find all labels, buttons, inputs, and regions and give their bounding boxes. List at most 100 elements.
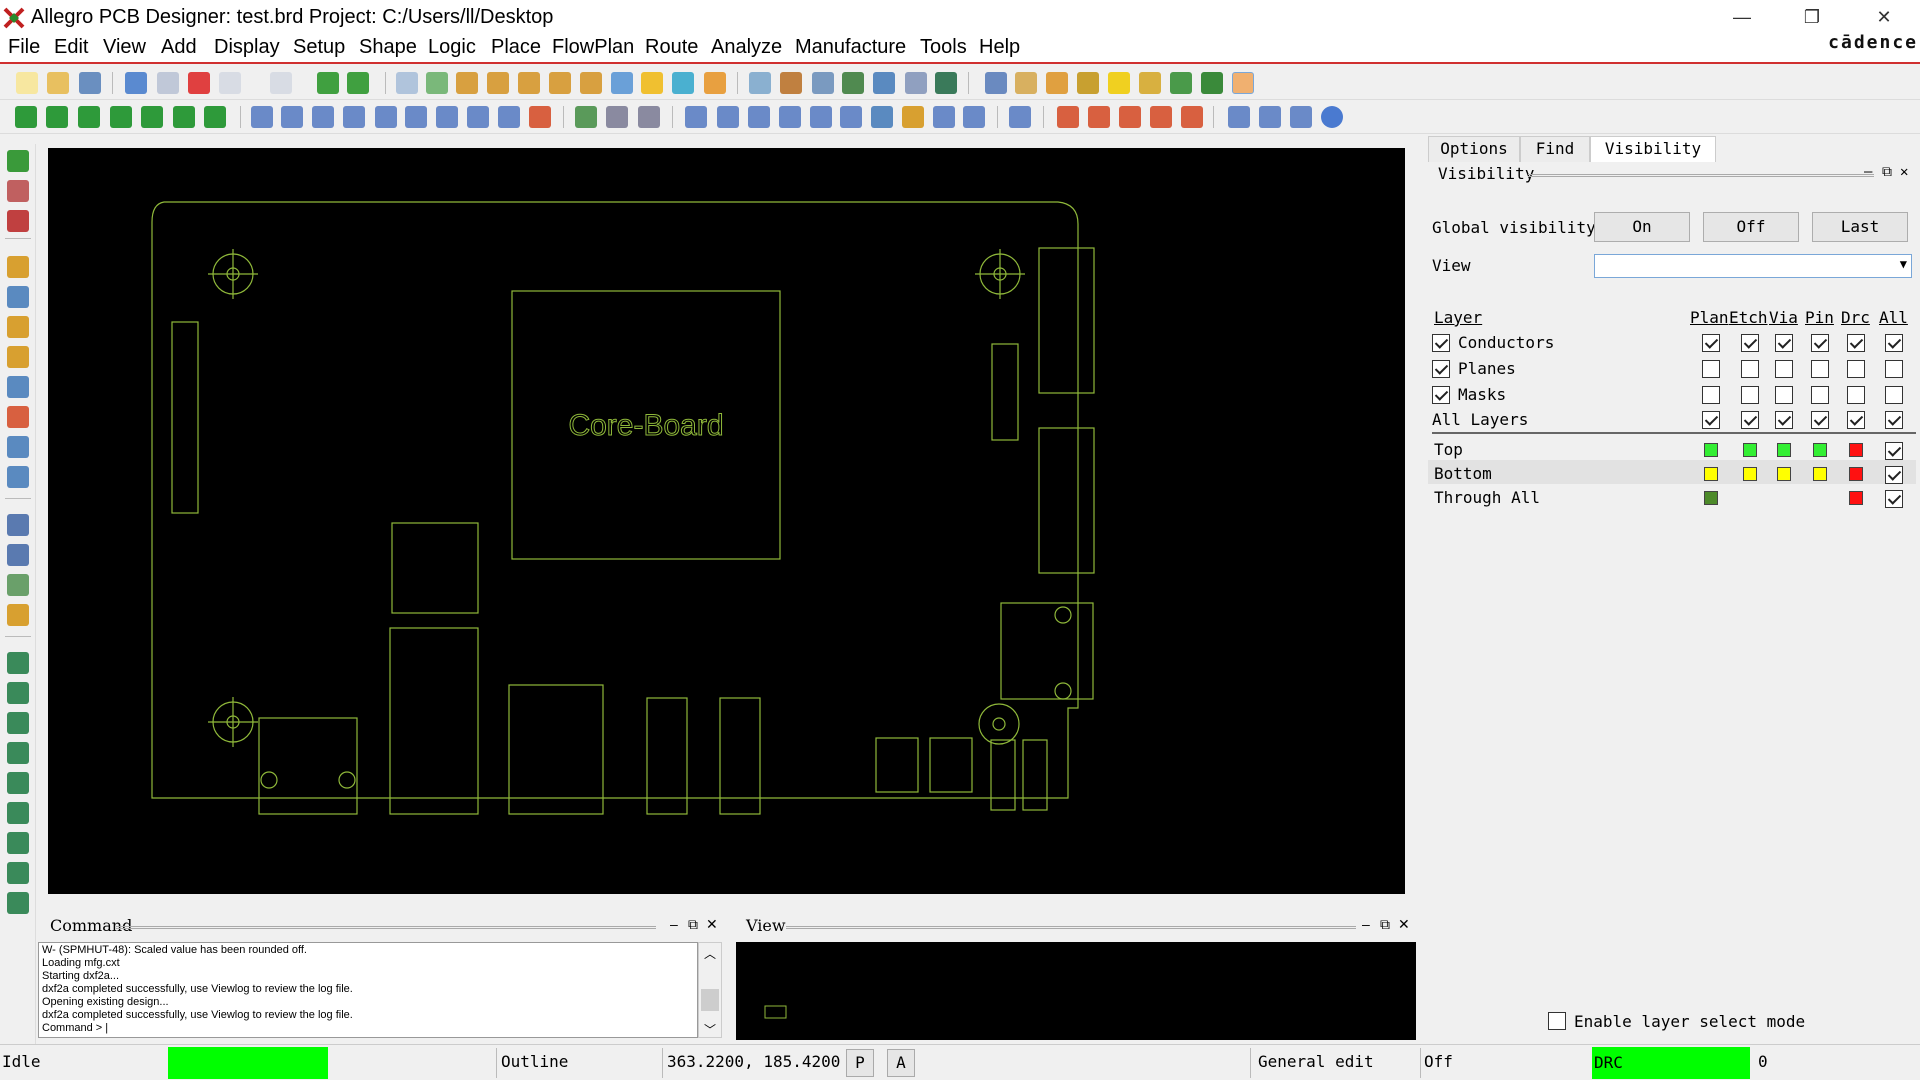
- save-icon[interactable]: [79, 72, 101, 94]
- visibility-last-button[interactable]: Last: [1812, 212, 1908, 242]
- command-scrollbar[interactable]: ︿ ﹀: [698, 942, 722, 1038]
- group-column-checkbox[interactable]: [1775, 334, 1793, 352]
- worldview-icon[interactable]: [1290, 106, 1312, 128]
- place-quick-icon[interactable]: [46, 106, 68, 128]
- route-icon[interactable]: [7, 376, 29, 398]
- pin-icon[interactable]: [347, 72, 369, 94]
- fanout-icon[interactable]: [7, 346, 29, 368]
- minimize-button[interactable]: —: [1714, 0, 1770, 34]
- shape-polygon-icon[interactable]: [251, 106, 273, 128]
- menu-help[interactable]: Help: [979, 36, 1020, 59]
- command-prompt[interactable]: Command > |: [42, 1022, 694, 1035]
- menu-analyze[interactable]: Analyze: [711, 36, 782, 59]
- place-room-icon[interactable]: [141, 106, 163, 128]
- panel-close-icon[interactable]: ✕: [1900, 164, 1908, 180]
- layer-color-swatch[interactable]: [1777, 443, 1791, 457]
- flag-icon[interactable]: [840, 106, 862, 128]
- menu-view[interactable]: View: [103, 36, 146, 59]
- timer-icon[interactable]: [1201, 72, 1223, 94]
- group-column-checkbox[interactable]: [1885, 411, 1903, 429]
- part-logic-icon[interactable]: [7, 892, 29, 914]
- menu-setup[interactable]: Setup: [293, 36, 345, 59]
- menu-display[interactable]: Display: [214, 36, 280, 59]
- board-icon[interactable]: [935, 72, 957, 94]
- menu-file[interactable]: File: [8, 36, 40, 59]
- unrats-icon[interactable]: [749, 72, 771, 94]
- open-file-icon[interactable]: [47, 72, 69, 94]
- drc-icon[interactable]: [7, 652, 29, 674]
- group-column-checkbox[interactable]: [1847, 334, 1865, 352]
- place-swap-icon[interactable]: [173, 106, 195, 128]
- restore-button[interactable]: ❐: [1784, 0, 1840, 34]
- shadow-icon[interactable]: [812, 72, 834, 94]
- group-column-checkbox[interactable]: [1741, 360, 1759, 378]
- shape-edit-icon[interactable]: [375, 106, 397, 128]
- group-column-checkbox[interactable]: [1885, 360, 1903, 378]
- layer-all-checkbox[interactable]: [1885, 466, 1903, 484]
- dehighlight-icon[interactable]: [1139, 72, 1161, 94]
- drc-indicator[interactable]: DRC: [1592, 1047, 1750, 1079]
- number-icon[interactable]: [1046, 72, 1068, 94]
- new-file-icon[interactable]: [16, 72, 38, 94]
- visibility-toggle-icon[interactable]: [1232, 72, 1254, 94]
- visibility-on-button[interactable]: On: [1594, 212, 1690, 242]
- text-edit-icon[interactable]: [7, 604, 29, 626]
- group-column-checkbox[interactable]: [1847, 386, 1865, 404]
- layer-all-checkbox[interactable]: [1885, 490, 1903, 508]
- dimension-icon[interactable]: [575, 106, 597, 128]
- menu-manufacture[interactable]: Manufacture: [795, 36, 906, 59]
- 3d-view-icon[interactable]: [672, 72, 694, 94]
- undo-icon[interactable]: [219, 72, 241, 94]
- group-checkbox[interactable]: [1432, 386, 1450, 404]
- group-column-checkbox[interactable]: [1775, 360, 1793, 378]
- zoom-out-icon[interactable]: [518, 72, 540, 94]
- group-column-checkbox[interactable]: [1885, 386, 1903, 404]
- world-view-canvas[interactable]: [736, 942, 1416, 1040]
- panel-close-icon[interactable]: ✕: [1398, 916, 1410, 933]
- dimension-linear-icon[interactable]: [606, 106, 628, 128]
- panel-minimize-icon[interactable]: ‒: [1362, 916, 1370, 932]
- close-button[interactable]: ✕: [1856, 0, 1912, 34]
- design-canvas[interactable]: Core-Board: [48, 148, 1405, 894]
- zoom-in-icon[interactable]: [487, 72, 509, 94]
- shape-merge-icon[interactable]: [405, 106, 427, 128]
- report-check-icon[interactable]: [1150, 106, 1172, 128]
- group-column-checkbox[interactable]: [1811, 411, 1829, 429]
- absolute-button[interactable]: A: [887, 1049, 915, 1077]
- flip-icon[interactable]: [704, 72, 726, 94]
- report-drc-icon[interactable]: [1088, 106, 1110, 128]
- symbol-icon[interactable]: [748, 106, 770, 128]
- report-clear-icon[interactable]: [1181, 106, 1203, 128]
- layer-color-swatch[interactable]: [1777, 467, 1791, 481]
- text-icon[interactable]: [7, 574, 29, 596]
- padstack-icon[interactable]: [902, 106, 924, 128]
- group-column-checkbox[interactable]: [1702, 411, 1720, 429]
- drc-update-icon[interactable]: [7, 682, 29, 704]
- shape-manual-icon[interactable]: [529, 106, 551, 128]
- layer-color-swatch[interactable]: [1704, 443, 1718, 457]
- fix-icon[interactable]: [317, 72, 339, 94]
- measure-icon[interactable]: [1015, 72, 1037, 94]
- library-icon[interactable]: [717, 106, 739, 128]
- layer-color-swatch[interactable]: [1743, 443, 1757, 457]
- panel-minimize-icon[interactable]: ‒: [670, 916, 678, 932]
- layer-color-swatch[interactable]: [1813, 467, 1827, 481]
- grid-icon[interactable]: [396, 72, 418, 94]
- dimension-datum-icon[interactable]: [638, 106, 660, 128]
- place-replicate-icon[interactable]: [78, 106, 100, 128]
- ref-des-icon[interactable]: [810, 106, 832, 128]
- delete-icon[interactable]: [188, 72, 210, 94]
- shape-void-icon[interactable]: [436, 106, 458, 128]
- vertex-icon[interactable]: [7, 286, 29, 308]
- ipc-icon[interactable]: [685, 106, 707, 128]
- report-net-icon[interactable]: [1119, 106, 1141, 128]
- layer-color-swatch[interactable]: [1849, 491, 1863, 505]
- status-active-class[interactable]: Outline: [501, 1045, 568, 1079]
- move-icon[interactable]: [125, 72, 147, 94]
- panel-float-icon[interactable]: ⧉: [688, 916, 698, 933]
- menu-logic[interactable]: Logic: [428, 36, 476, 59]
- group-column-checkbox[interactable]: [1847, 360, 1865, 378]
- group-checkbox[interactable]: [1432, 334, 1450, 352]
- group-column-checkbox[interactable]: [1811, 360, 1829, 378]
- enable-layer-select-checkbox[interactable]: [1548, 1012, 1566, 1030]
